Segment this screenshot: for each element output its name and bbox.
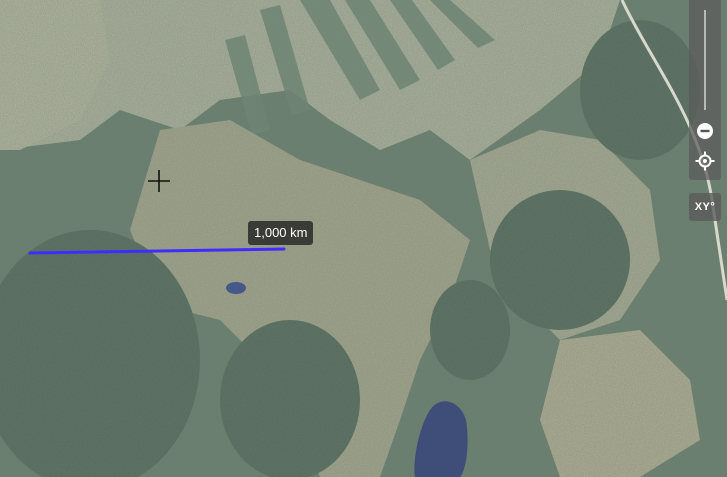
zoom-slider-track[interactable] — [704, 10, 706, 110]
satellite-map[interactable] — [0, 0, 727, 477]
measure-distance-label: 1,000 km — [248, 221, 314, 245]
zoom-control-panel — [689, 0, 721, 180]
pond-west — [226, 282, 246, 294]
crosshair-target-icon[interactable] — [695, 151, 715, 171]
coordinate-toggle-button[interactable]: XY° — [689, 193, 721, 221]
terrain-texture — [0, 0, 727, 477]
crosshair-cursor-icon — [148, 170, 170, 192]
minus-circle-icon[interactable] — [696, 122, 714, 140]
